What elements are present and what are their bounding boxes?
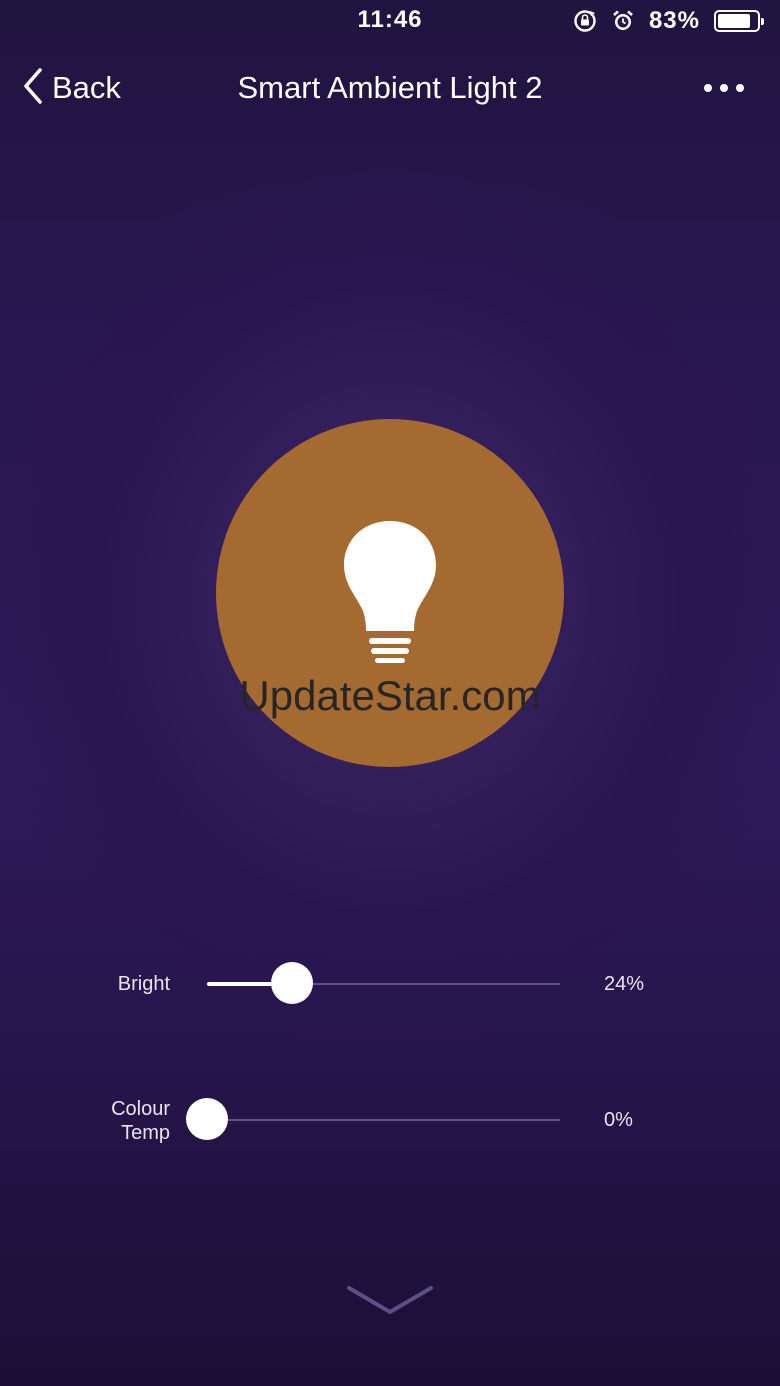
colour-temp-slider-thumb[interactable] bbox=[186, 1098, 228, 1140]
colour-temp-label-line1: Colour bbox=[111, 1098, 170, 1120]
brightness-slider[interactable] bbox=[207, 962, 560, 1004]
more-dots-icon[interactable] bbox=[704, 76, 744, 100]
page-title: Smart Ambient Light 2 bbox=[237, 70, 543, 105]
brightness-label: Bright bbox=[117, 973, 170, 995]
colour-temp-slider[interactable] bbox=[186, 1098, 560, 1140]
battery-percent: 83% bbox=[648, 7, 700, 34]
lightbulb-icon bbox=[341, 519, 439, 670]
battery-level bbox=[718, 14, 750, 28]
colour-temp-label: Colour Temp bbox=[60, 1097, 170, 1145]
battery-icon bbox=[714, 10, 764, 32]
brightness-slider-thumb[interactable] bbox=[270, 962, 313, 1004]
watermark-text: UpdateStar.com bbox=[239, 672, 541, 719]
more-dot bbox=[720, 84, 728, 92]
alarm-icon bbox=[611, 9, 635, 33]
rotation-lock-icon bbox=[573, 9, 597, 33]
more-dot bbox=[736, 84, 744, 92]
status-icons: 83% bbox=[573, 6, 764, 36]
colour-temp-value: 0% bbox=[604, 1109, 633, 1131]
brightness-value: 24% bbox=[604, 973, 645, 995]
status-bar: 11:46 83% bbox=[0, 0, 780, 44]
brightness-slider-row: Bright 24% bbox=[0, 960, 780, 1020]
more-dot bbox=[704, 84, 712, 92]
chevron-down-icon[interactable] bbox=[346, 1284, 434, 1323]
colour-temp-slider-row: Colour Temp 0% bbox=[0, 1096, 780, 1156]
colour-temp-label-line2: Temp bbox=[121, 1122, 170, 1144]
